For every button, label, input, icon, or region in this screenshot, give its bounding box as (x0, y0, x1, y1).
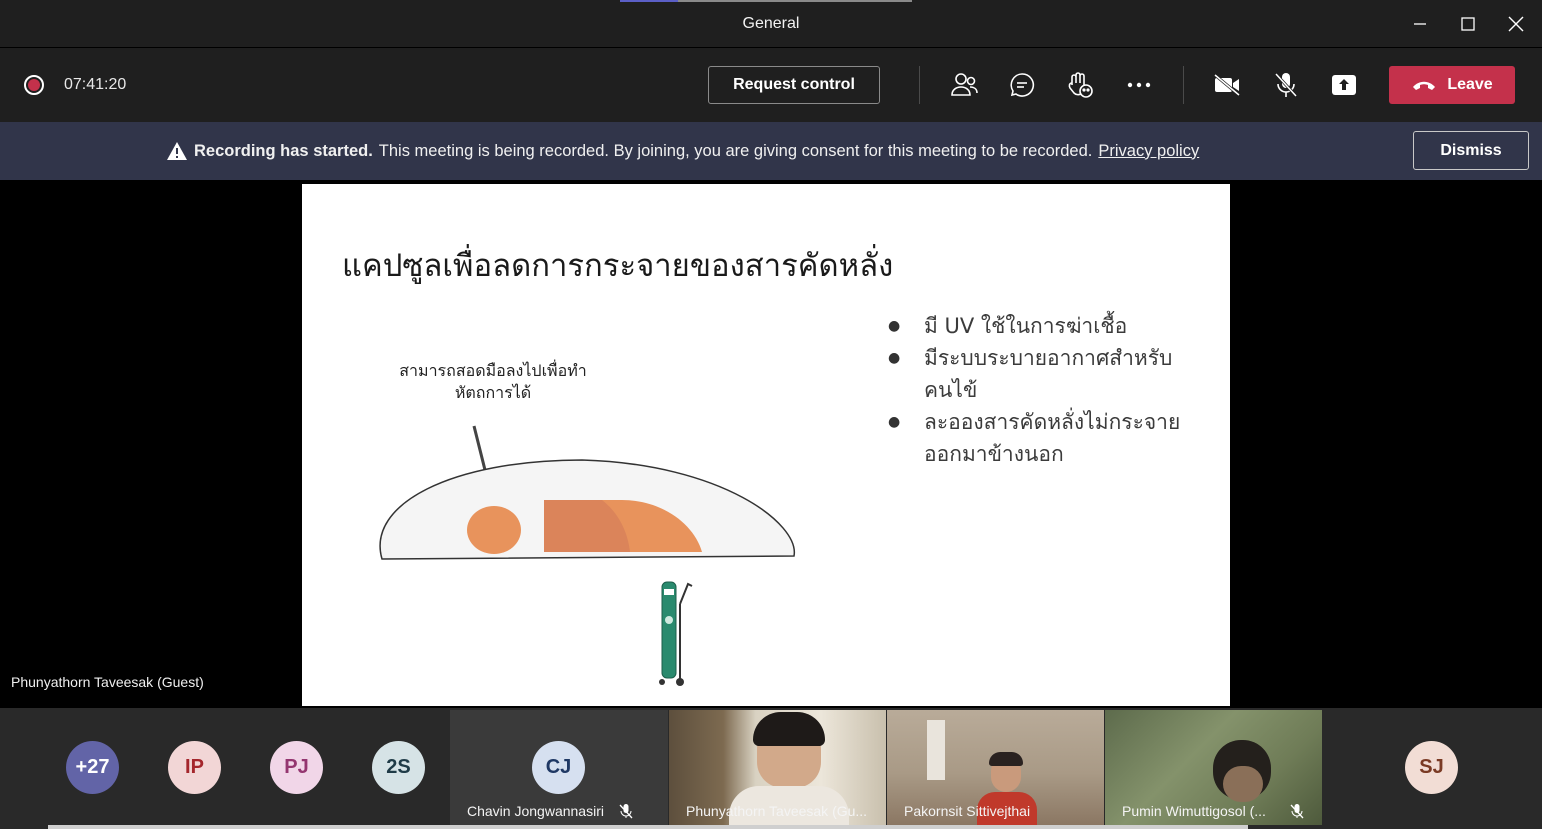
mic-off-icon[interactable] (1270, 69, 1302, 101)
participant-name: Chavin Jongwannasiri (467, 803, 604, 819)
presenter-label: Phunyathorn Taveesak (Guest) (11, 674, 204, 690)
presentation-slide: แคปซูลเพื่อลดการกระจายของสารคัดหลั่ง สาม… (302, 184, 1230, 706)
minimize-button[interactable] (1396, 0, 1444, 48)
participant-tile[interactable]: SJ (1323, 710, 1541, 825)
participant-name: Pumin Wimuttigosol (... (1122, 803, 1266, 819)
maximize-icon (1461, 17, 1475, 31)
participant-gallery: +27 IP PJ 2S CJ Chavin Jongwannasiri Phu… (0, 708, 1542, 829)
recording-icon (24, 75, 44, 95)
title-bar: General (0, 0, 1542, 48)
maximize-button[interactable] (1444, 0, 1492, 48)
participant-video-tile[interactable]: Pakornsit Sittivejthai (887, 710, 1104, 825)
raise-hand-icon[interactable] (1064, 69, 1096, 101)
scrollbar[interactable] (48, 825, 1248, 829)
participant-video-tile[interactable]: Pumin Wimuttigosol (... (1105, 710, 1322, 825)
overflow-participants-button[interactable]: +27 (66, 741, 119, 794)
mic-off-icon (1290, 804, 1304, 819)
avatar: CJ (532, 741, 585, 794)
banner-text: This meeting is being recorded. By joini… (378, 141, 1093, 160)
leave-label: Leave (1447, 76, 1493, 93)
window-title: General (742, 15, 800, 32)
banner-bold-text: Recording has started. (194, 141, 373, 160)
close-icon (1508, 16, 1524, 32)
oxygen-tank (659, 581, 693, 686)
toolbar-divider (1183, 66, 1184, 104)
avatar: SJ (1405, 741, 1458, 794)
banner-message: Recording has started. This meeting is b… (166, 141, 1199, 161)
request-control-button[interactable]: Request control (708, 66, 880, 104)
toolbar-divider (919, 66, 920, 104)
recording-banner: Recording has started. This meeting is b… (0, 122, 1542, 180)
chat-icon[interactable] (1006, 69, 1038, 101)
avatar[interactable]: 2S (372, 741, 425, 794)
patient-head (467, 506, 521, 554)
capsule-illustration (379, 425, 795, 686)
leave-button[interactable]: Leave (1389, 66, 1515, 104)
meeting-timer: 07:41:20 (64, 76, 127, 93)
minimize-icon (1414, 23, 1426, 25)
meeting-toolbar: 07:41:20 Request control Leave (0, 48, 1542, 122)
mic-off-icon (619, 804, 633, 819)
avatar[interactable]: IP (168, 741, 221, 794)
camera-off-icon[interactable] (1211, 69, 1243, 101)
avatar[interactable]: PJ (270, 741, 323, 794)
people-icon[interactable] (948, 69, 980, 101)
participant-name: Phunyathorn Taveesak (Gu... (686, 803, 868, 819)
participant-tile[interactable]: CJ Chavin Jongwannasiri (450, 710, 668, 825)
shared-screen-stage: แคปซูลเพื่อลดการกระจายของสารคัดหลั่ง สาม… (0, 180, 1542, 708)
more-icon[interactable] (1123, 69, 1155, 101)
warning-icon (167, 142, 187, 160)
share-icon[interactable] (1328, 69, 1360, 101)
hang-up-icon (1413, 81, 1436, 90)
close-button[interactable] (1492, 0, 1540, 48)
participant-name: Pakornsit Sittivejthai (904, 803, 1031, 819)
participant-video-tile[interactable]: Phunyathorn Taveesak (Gu... (669, 710, 886, 825)
title-accent (678, 0, 912, 2)
title-accent-active (620, 0, 678, 2)
dismiss-button[interactable]: Dismiss (1413, 131, 1529, 170)
privacy-policy-link[interactable]: Privacy policy (1098, 142, 1199, 161)
